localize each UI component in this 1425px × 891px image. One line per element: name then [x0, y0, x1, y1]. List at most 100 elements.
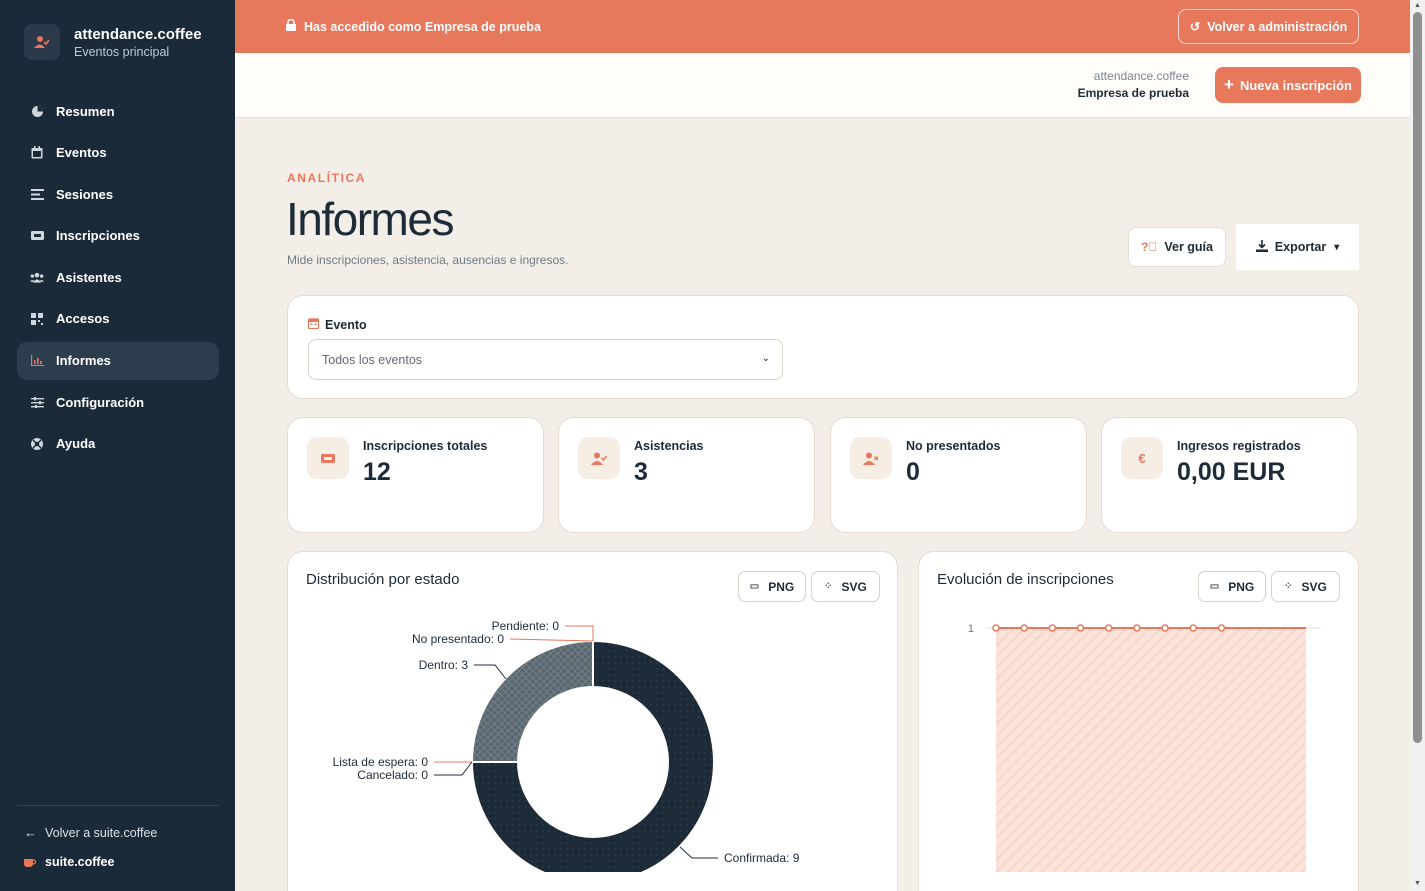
event-select-value: Todos los eventos: [322, 352, 423, 367]
sidebar-item-ayuda[interactable]: Ayuda: [17, 425, 219, 463]
guide-label: Ver guía: [1164, 240, 1213, 254]
stat-label: Asistencias: [634, 439, 704, 453]
chart-icon: [30, 354, 44, 368]
sidebar-footer: ← Volver a suite.coffee suite.coffee: [17, 805, 219, 869]
download-icon: [1255, 239, 1268, 255]
data-point[interactable]: [992, 624, 1000, 632]
user-check-icon: [578, 437, 620, 479]
export-button[interactable]: Exportar ▾: [1236, 224, 1359, 270]
stat-card-total-registrations: Inscripciones totales 12: [287, 417, 544, 533]
account-app: attendance.coffee: [1093, 69, 1189, 83]
back-to-admin-label: Volver a administración: [1207, 19, 1348, 34]
stat-card-revenue: € Ingresos registrados 0,00 EUR: [1101, 417, 1358, 533]
chevron-down-icon: ⌄: [761, 353, 770, 364]
donut-label-line: [565, 625, 594, 641]
filter-card: Evento Todos los eventos ⌄: [287, 295, 1359, 399]
calendar-icon: [30, 146, 44, 160]
status-donut-chart: Confirmada: 9 Dentro: 3 Pendiente: 0No pre…: [333, 619, 800, 872]
new-registration-label: Nueva inscripción: [1239, 77, 1352, 93]
registrations-evolution-card: Evolución de inscripciones ▭ PNG ⁘ SVG 1: [918, 551, 1359, 891]
brand-subtitle: Eventos principal: [74, 44, 170, 59]
page-title: Informes: [286, 193, 454, 245]
donut-label-pendiente: Pendiente: 0: [492, 619, 560, 633]
sidebar-item-informes[interactable]: Informes: [17, 341, 219, 380]
stat-label: Inscripciones totales: [363, 439, 488, 453]
banner-message: Has accedido como Empresa de prueba: [286, 18, 541, 34]
sidebar-item-sesiones[interactable]: Sesiones: [17, 175, 219, 213]
back-to-suite-label: Volver a suite.coffee: [45, 825, 158, 840]
donut-label-confirmada: Confirmada: 9: [724, 851, 800, 865]
sidebar-item-label: Ayuda: [56, 436, 96, 452]
impersonation-banner: Has accedido como Empresa de prueba ↺ Vo…: [235, 0, 1410, 53]
donut-slice-dentro[interactable]: [470, 639, 594, 763]
sidebar-item-label: Eventos: [56, 145, 107, 161]
data-point[interactable]: [1161, 624, 1169, 632]
user-x-icon: [850, 437, 892, 479]
arrow-left-icon: ←: [24, 825, 37, 840]
brand-logo-icon: [24, 24, 60, 60]
stat-label: No presentados: [906, 439, 1001, 453]
page-scrollbar[interactable]: ▲ ▼: [1410, 0, 1425, 891]
data-point[interactable]: [1104, 624, 1113, 632]
sidebar-item-label: Inscripciones: [56, 228, 140, 244]
data-point[interactable]: [1048, 624, 1057, 632]
help-icon: [30, 437, 44, 451]
donut-label-dentro: Dentro: 3: [419, 658, 469, 672]
event-filter-text: Evento: [325, 317, 367, 332]
sidebar-item-label: Resumen: [56, 103, 115, 119]
sidebar-item-resumen[interactable]: Resumen: [17, 92, 219, 130]
sliders-icon: [30, 395, 44, 409]
sidebar-item-configuracion[interactable]: Configuración: [17, 383, 219, 421]
users-icon: [30, 270, 44, 284]
donut-label-line: [474, 664, 507, 680]
scroll-up-icon[interactable]: ▲: [1414, 2, 1421, 9]
data-point[interactable]: [1189, 624, 1198, 632]
export-label: Exportar: [1274, 240, 1327, 254]
account-info: attendance.coffee Empresa de prueba: [1078, 69, 1189, 100]
data-point[interactable]: [1020, 624, 1028, 632]
donut-label-line: [679, 846, 718, 859]
back-to-admin-button[interactable]: ↺ Volver a administración: [1178, 9, 1359, 44]
stat-value: 12: [363, 458, 391, 486]
sidebar-item-label: Asistentes: [56, 269, 122, 285]
data-point[interactable]: [1076, 624, 1085, 632]
new-registration-button[interactable]: + Nueva inscripción: [1215, 67, 1361, 103]
sidebar-item-asistentes[interactable]: Asistentes: [17, 258, 219, 296]
suite-label: suite.coffee: [45, 855, 115, 869]
page-subtitle: Mide inscripciones, asistencia, ausencia…: [287, 253, 569, 267]
event-filter-label: Evento: [307, 317, 367, 332]
stat-value: 0: [906, 458, 920, 486]
donut-label-line: [509, 638, 594, 642]
brand[interactable]: attendance.coffee Eventos principal: [24, 24, 202, 60]
area-fill: [996, 628, 1306, 872]
scroll-down-icon[interactable]: ▼: [1414, 880, 1421, 887]
sidebar-nav: Resumen Eventos Sesiones Inscripciones A…: [17, 92, 219, 466]
donut-label-cancelado: Cancelado: 0: [357, 768, 428, 782]
data-point[interactable]: [1217, 624, 1226, 632]
calendar-icon: [307, 317, 320, 332]
lock-icon: [286, 18, 296, 34]
sidebar-item-label: Accesos: [56, 311, 110, 327]
suite-link[interactable]: suite.coffee: [17, 855, 219, 869]
sidebar-item-accesos[interactable]: Accesos: [17, 300, 219, 338]
sidebar-item-label: Sesiones: [56, 186, 114, 202]
guide-button[interactable]: ?⃝ Ver guía: [1128, 227, 1226, 267]
stat-value: 0,00 EUR: [1177, 458, 1286, 486]
coffee-cup-icon: [24, 857, 37, 867]
sidebar-item-eventos[interactable]: Eventos: [17, 134, 219, 172]
banner-text: Has accedido como Empresa de prueba: [304, 19, 541, 34]
data-point[interactable]: [1133, 624, 1141, 632]
sidebar-item-label: Configuración: [56, 394, 145, 410]
status-distribution-card: Distribución por estado ▭ PNG ⁘ SVG Conf…: [287, 551, 898, 891]
pie-chart-icon: [30, 104, 44, 118]
sidebar-item-inscripciones[interactable]: Inscripciones: [17, 217, 219, 255]
stat-card-attendance: Asistencias 3: [558, 417, 815, 533]
donut-label-lista-de-espera: Lista de espera: 0: [333, 755, 429, 769]
back-to-suite-link[interactable]: ← Volver a suite.coffee: [17, 825, 219, 840]
page-eyebrow: ANALÍTICA: [287, 171, 367, 185]
donut-label-line: [434, 761, 473, 776]
plus-icon: +: [1224, 75, 1234, 94]
brand-name: attendance.coffee: [74, 25, 202, 43]
event-select[interactable]: Todos los eventos ⌄: [308, 339, 783, 380]
scroll-thumb[interactable]: [1413, 12, 1422, 743]
